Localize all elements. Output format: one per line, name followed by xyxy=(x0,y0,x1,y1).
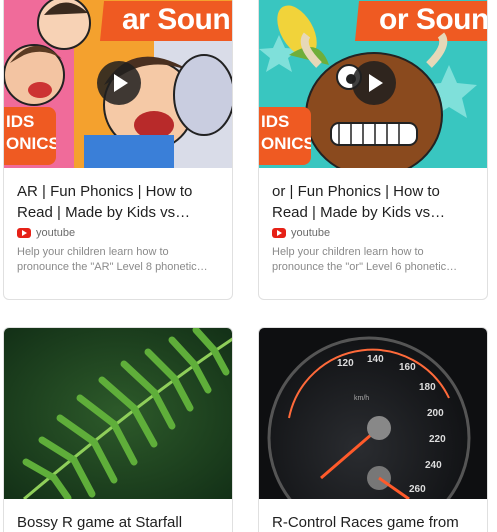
svg-text:240: 240 xyxy=(425,460,442,471)
kids-vs-phonics-logo: IDS ONICS xyxy=(259,107,311,165)
thumbnail-banner-text: ar Soun xyxy=(122,3,231,36)
card-title[interactable]: R-Control Races game from xyxy=(272,512,477,532)
svg-text:180: 180 xyxy=(419,382,436,393)
svg-text:220: 220 xyxy=(429,434,446,445)
card-title[interactable]: Bossy R game at Starfall xyxy=(17,512,222,532)
video-thumbnail[interactable]: ar Soun IDS ONICS xyxy=(4,0,232,168)
card-title[interactable]: or | Fun Phonics | How to Read | Made by… xyxy=(272,181,477,223)
kids-vs-phonics-logo: IDS ONICS xyxy=(4,107,56,165)
fern-thumbnail[interactable] xyxy=(4,328,232,499)
play-icon[interactable] xyxy=(97,61,141,105)
svg-text:120: 120 xyxy=(337,358,354,369)
speedometer-image: 120 140 160 180 200 220 240 260 km/h xyxy=(259,328,487,499)
resource-card-or-phonics[interactable]: or Soun IDS ONICS or | Fun Phonics | How… xyxy=(258,0,488,300)
card-title[interactable]: AR | Fun Phonics | How to Read | Made by… xyxy=(17,181,222,223)
youtube-icon xyxy=(272,228,286,238)
youtube-icon xyxy=(17,228,31,238)
resource-card-bossy-r[interactable]: Bossy R game at Starfall xyxy=(3,327,233,532)
resource-card-ar-phonics[interactable]: ar Soun IDS ONICS AR | Fun Phonics | How… xyxy=(3,0,233,300)
speedometer-thumbnail[interactable]: 120 140 160 180 200 220 240 260 km/h xyxy=(259,328,487,499)
fern-leaf-image xyxy=(4,328,232,499)
source-label: youtube xyxy=(291,227,331,239)
svg-text:160: 160 xyxy=(399,362,416,373)
video-thumbnail[interactable]: or Soun IDS ONICS xyxy=(259,0,487,168)
resource-card-r-control-races[interactable]: 120 140 160 180 200 220 240 260 km/h R-C… xyxy=(258,327,488,532)
card-description: Help your children learn how to pronounc… xyxy=(17,246,208,273)
svg-text:140: 140 xyxy=(367,354,384,365)
play-icon[interactable] xyxy=(352,61,396,105)
source-row: youtube xyxy=(272,227,330,239)
source-row: youtube xyxy=(17,227,75,239)
source-label: youtube xyxy=(36,227,76,239)
card-description: Help your children learn how to pronounc… xyxy=(272,246,458,273)
svg-text:km/h: km/h xyxy=(354,395,369,402)
svg-text:260: 260 xyxy=(409,484,426,495)
thumbnail-banner-text: or Soun xyxy=(379,3,487,36)
svg-text:200: 200 xyxy=(427,408,444,419)
